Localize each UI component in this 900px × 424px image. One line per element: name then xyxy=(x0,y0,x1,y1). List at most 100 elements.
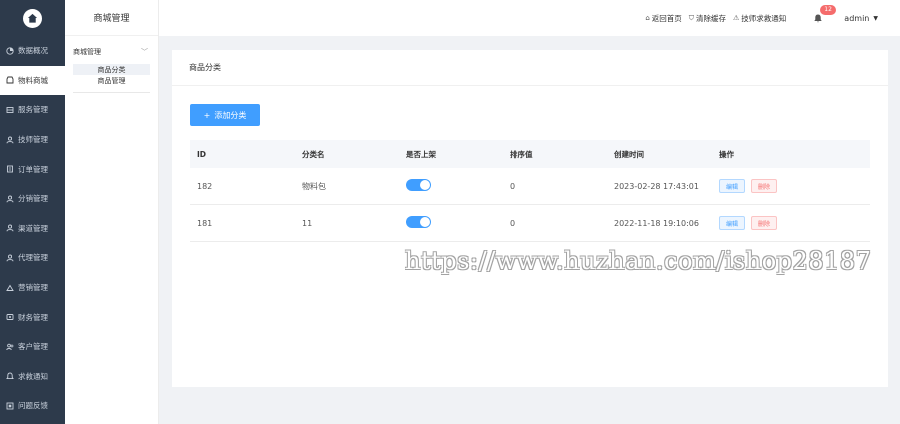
alert-icon: ⚠ xyxy=(733,14,740,22)
brush-icon: ⛉ xyxy=(688,13,695,22)
sidebar-item-10[interactable]: 客户管理 xyxy=(0,332,65,362)
table-row: 181 11 0 2022-11-18 19:10:06 编辑 删除 xyxy=(190,205,870,242)
watermark-text: https://www.huzhan.com/ishop28187 xyxy=(405,247,872,275)
sidebar-item-label: 代理管理 xyxy=(18,253,48,263)
submenu-group-mall[interactable]: 商城管理 ﹀ xyxy=(65,40,158,64)
sidebar-item-label: 服务管理 xyxy=(18,105,48,115)
marketing-icon xyxy=(6,284,14,292)
sidebar-item-11[interactable]: 求救通知 xyxy=(0,362,65,392)
sidebar-item-label: 订单管理 xyxy=(18,164,48,174)
sidebar-item-label: 技师管理 xyxy=(18,135,48,145)
caret-down-icon: ▼ xyxy=(873,14,878,22)
delete-button[interactable]: 删除 xyxy=(751,216,778,230)
content-card: 商品分类 + 添加分类 ID 分类名 是否上架 排序值 创建时间 操作 182 … xyxy=(172,50,888,387)
home-link-label: 返回首页 xyxy=(651,13,682,23)
toggle-knob xyxy=(420,180,430,190)
sidebar-item-9[interactable]: 财务管理 xyxy=(0,302,65,332)
sidebar-item-label: 数据概况 xyxy=(18,46,48,56)
col-header-on-shelf: 是否上架 xyxy=(406,149,436,159)
technician-icon xyxy=(6,136,14,144)
service-icon xyxy=(6,106,14,114)
tech-notice-link[interactable]: ⚠ 技师求救通知 xyxy=(733,13,786,24)
sidebar-item-label: 物料商城 xyxy=(18,75,48,85)
cell-name: 物料包 xyxy=(302,181,326,191)
col-header-id: ID xyxy=(197,149,207,159)
submenu-group-label: 商城管理 xyxy=(73,48,101,56)
main-sidebar: 数据概况物料商城服务管理技师管理订单管理分销管理渠道管理代理管理营销管理财务管理… xyxy=(0,0,65,424)
agent-icon xyxy=(6,254,14,262)
edit-button[interactable]: 编辑 xyxy=(719,216,746,230)
sidebar-item-label: 渠道管理 xyxy=(18,223,48,233)
sidebar-item-label: 分销管理 xyxy=(18,194,48,204)
cell-on-shelf xyxy=(400,179,504,193)
home-link[interactable]: ⌂ 返回首页 xyxy=(645,13,681,24)
top-header: ⌂ 返回首页 ⛉ 清除缓存 ⚠ 技师求救通知 12 admin ▼ xyxy=(159,0,900,36)
cell-id: 181 xyxy=(197,218,213,228)
edit-button[interactable]: 编辑 xyxy=(719,179,746,193)
submenu-item-category[interactable]: 商品分类 xyxy=(73,64,150,75)
category-table: ID 分类名 是否上架 排序值 创建时间 操作 182 物料包 0 2023-0… xyxy=(190,140,870,242)
channel-icon xyxy=(6,224,14,232)
logo-icon xyxy=(23,8,42,28)
delete-button[interactable]: 删除 xyxy=(751,179,778,193)
on-shelf-toggle[interactable] xyxy=(406,179,431,191)
sidebar-item-label: 客户管理 xyxy=(18,342,48,352)
home-icon: ⌂ xyxy=(645,14,650,22)
divider xyxy=(73,92,150,93)
user-name: admin xyxy=(844,13,870,23)
sidebar-item-12[interactable]: 问题反馈 xyxy=(0,391,65,421)
sidebar-item-8[interactable]: 营销管理 xyxy=(0,273,65,303)
plus-icon: + xyxy=(203,110,211,120)
toggle-knob xyxy=(420,217,430,227)
clear-cache-link[interactable]: ⛉ 清除缓存 xyxy=(689,13,726,24)
cell-name: 11 xyxy=(302,218,313,228)
submenu-item-goods[interactable]: 商品管理 xyxy=(73,75,150,86)
cell-created: 2023-02-28 17:43:01 xyxy=(614,181,699,191)
tech-notice-label: 技师求救通知 xyxy=(741,13,787,23)
shop-icon xyxy=(6,76,14,84)
col-header-created: 创建时间 xyxy=(614,149,644,159)
card-title: 商品分类 xyxy=(172,50,888,86)
customer-icon xyxy=(6,343,14,351)
bell-icon xyxy=(6,372,14,380)
col-header-actions: 操作 xyxy=(719,149,734,159)
add-category-button[interactable]: + 添加分类 xyxy=(190,104,260,126)
sidebar-item-label: 营销管理 xyxy=(18,283,48,293)
bell-icon xyxy=(814,14,822,22)
cell-actions: 编辑 删除 xyxy=(712,179,870,193)
logo[interactable] xyxy=(0,0,65,36)
cell-id: 182 xyxy=(197,181,213,191)
sidebar-item-0[interactable]: 数据概况 xyxy=(0,36,65,66)
notification-bell[interactable]: 12 xyxy=(814,4,836,23)
on-shelf-toggle[interactable] xyxy=(406,216,431,228)
feedback-icon xyxy=(6,402,14,410)
sidebar-item-6[interactable]: 渠道管理 xyxy=(0,214,65,244)
cell-sort: 0 xyxy=(510,218,516,228)
chevron-down-icon: ﹀ xyxy=(141,48,148,56)
sidebar-item-label: 财务管理 xyxy=(18,312,48,322)
sidebar-item-3[interactable]: 技师管理 xyxy=(0,125,65,155)
cell-on-shelf xyxy=(400,216,504,230)
table-header: ID 分类名 是否上架 排序值 创建时间 操作 xyxy=(190,140,870,168)
table-row: 182 物料包 0 2023-02-28 17:43:01 编辑 删除 xyxy=(190,168,870,205)
finance-icon xyxy=(6,313,14,321)
pie-chart-icon xyxy=(6,47,14,55)
user-menu[interactable]: admin ▼ xyxy=(844,14,878,23)
col-header-sort: 排序值 xyxy=(510,149,533,159)
distribution-icon xyxy=(6,195,14,203)
secondary-menu: 商城管理 商城管理 ﹀ 商品分类 商品管理 xyxy=(65,0,159,424)
cell-sort: 0 xyxy=(510,181,516,191)
sidebar-item-7[interactable]: 代理管理 xyxy=(0,243,65,273)
sidebar-item-4[interactable]: 订单管理 xyxy=(0,154,65,184)
notification-badge: 12 xyxy=(820,4,836,15)
sidebar-item-2[interactable]: 服务管理 xyxy=(0,95,65,125)
order-icon xyxy=(6,165,14,173)
sidebar-item-1[interactable]: 物料商城 xyxy=(0,65,65,96)
sidebar-item-label: 问题反馈 xyxy=(18,401,48,411)
sidebar-item-label: 求救通知 xyxy=(18,371,48,381)
sidebar-item-5[interactable]: 分销管理 xyxy=(0,184,65,214)
col-header-name: 分类名 xyxy=(302,149,325,159)
submenu-title: 商城管理 xyxy=(65,0,158,36)
cell-actions: 编辑 删除 xyxy=(712,216,870,230)
add-category-label: 添加分类 xyxy=(214,110,247,120)
